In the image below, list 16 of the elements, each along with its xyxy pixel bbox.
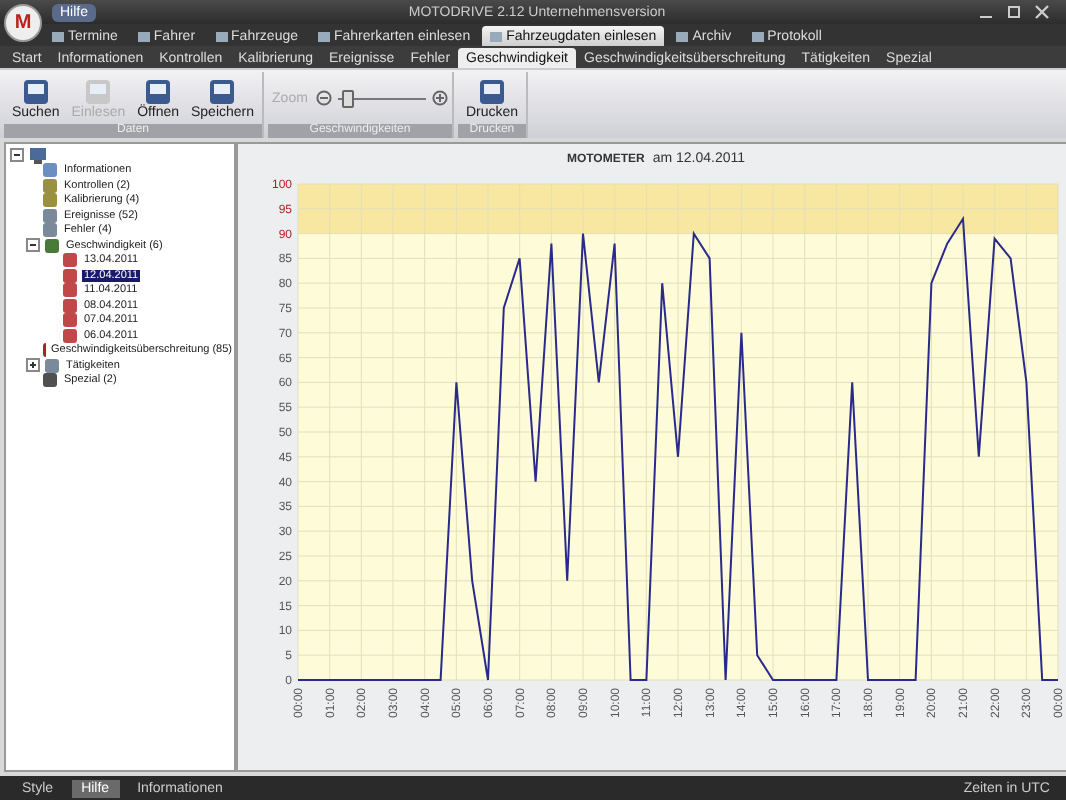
toolbar-icon — [206, 77, 239, 105]
toolbar-icon — [19, 77, 52, 105]
zoom-out-icon[interactable] — [315, 90, 332, 106]
toolbar-icon — [475, 77, 508, 105]
collapse-icon[interactable] — [10, 148, 24, 162]
zoom-slider[interactable] — [337, 89, 426, 107]
expand-icon[interactable] — [26, 358, 40, 372]
maximize-icon[interactable] — [1006, 4, 1022, 20]
zoom-in-icon[interactable] — [431, 90, 448, 106]
toolbar-icon — [82, 77, 115, 105]
slider-thumb[interactable] — [342, 89, 355, 107]
app-logo-icon[interactable]: M — [4, 4, 42, 42]
close-icon[interactable] — [1034, 4, 1050, 20]
computer-icon — [28, 146, 48, 164]
collapse-icon[interactable] — [26, 238, 40, 252]
toolbar-icon — [142, 77, 175, 105]
